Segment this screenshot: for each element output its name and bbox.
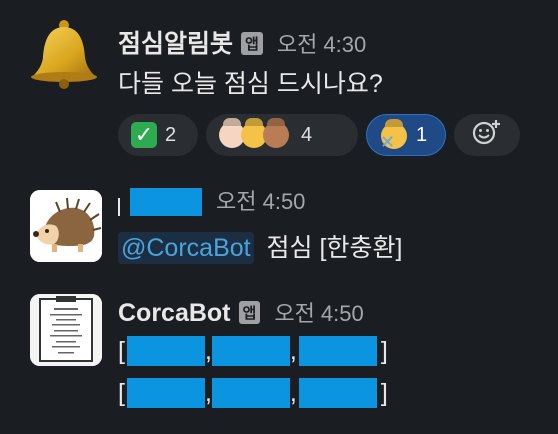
redacted-block [211, 378, 290, 408]
message-user: 오전 4:50 @CorcaBot 점심 [한충환] [0, 170, 558, 290]
message-text: 다들 오늘 점심 드시나요? [118, 70, 383, 98]
sender-name-redacted[interactable] [118, 188, 202, 216]
hedgehog-icon[interactable] [30, 190, 102, 262]
redacted-block [126, 336, 205, 366]
check-mark-icon: ✓ [131, 122, 157, 148]
add-reaction-button[interactable] [454, 114, 520, 156]
sender-name[interactable]: CorcaBot [118, 299, 231, 328]
reaction-bar: ✓ 2 4 ✕ 1 [118, 114, 520, 156]
redacted-block [211, 336, 290, 366]
message-content: 점심 [한충환] [266, 234, 403, 262]
bell-icon[interactable] [28, 17, 100, 89]
message-lunch-bot: 점심알림봇 앱 오전 4:30 다들 오늘 점심 드시나요? ✓ 2 4 ✕ 1 [0, 0, 558, 170]
reaction-count: 1 [416, 123, 428, 146]
redacted-block [130, 188, 202, 216]
message-corcabot: CorcaBot 앱 오전 4:50 [ , , ] [ , , ] [0, 290, 558, 434]
app-badge: 앱 [241, 32, 263, 55]
reaction-gesturing-no[interactable]: ✕ 1 [366, 114, 446, 156]
reaction-count: 2 [165, 123, 177, 146]
reaction-gesturing-ok[interactable]: 4 [206, 114, 358, 156]
redacted-block [126, 378, 205, 408]
mention-corcabot[interactable]: @CorcaBot [118, 232, 254, 264]
app-badge: 앱 [238, 301, 261, 324]
person-gesturing-ok-icon [219, 122, 289, 148]
reaction-count: 4 [301, 123, 313, 146]
timestamp[interactable]: 오전 4:30 [277, 27, 366, 59]
message-text: @CorcaBot 점심 [한충환] [118, 228, 402, 264]
add-reaction-icon [471, 118, 503, 152]
reaction-check[interactable]: ✓ 2 [118, 114, 198, 156]
menu-document-icon[interactable] [30, 294, 102, 366]
timestamp[interactable]: 오전 4:50 [274, 296, 363, 328]
redacted-block [298, 336, 377, 366]
redacted-block [298, 378, 377, 408]
sender-name[interactable]: 점심알림봇 [118, 24, 233, 60]
person-gesturing-no-icon: ✕ [380, 121, 408, 151]
message-line-1: [ , , ] [118, 336, 388, 366]
timestamp[interactable]: 오전 4:50 [216, 184, 305, 216]
message-line-2: [ , , ] [118, 378, 388, 408]
